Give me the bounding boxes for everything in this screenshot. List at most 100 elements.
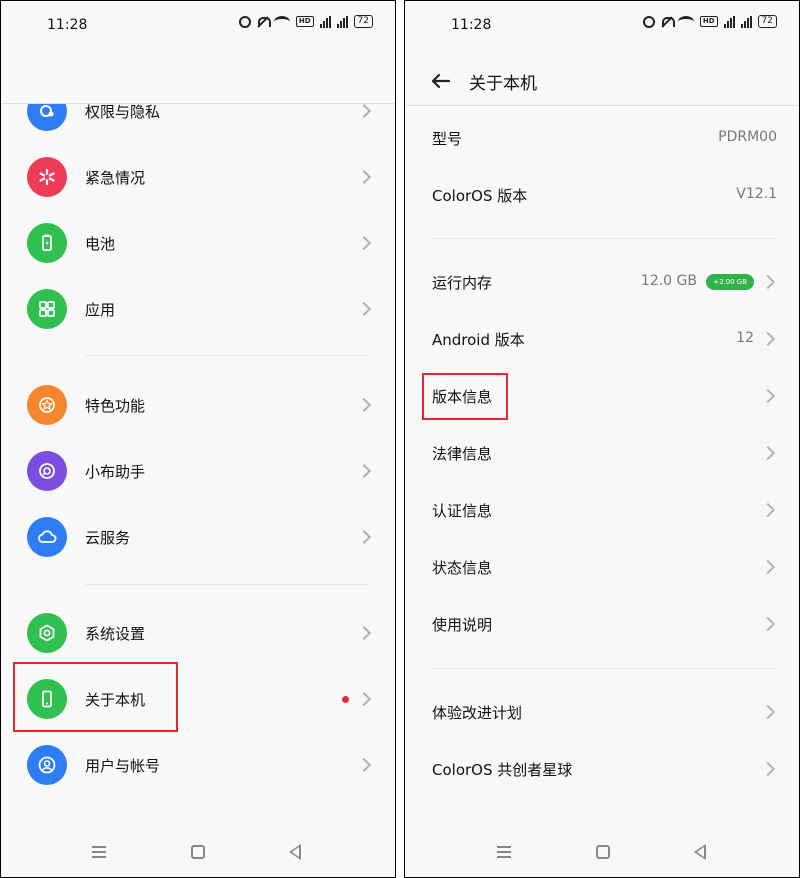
status-icons: HD 72 <box>642 15 777 28</box>
chevron-right-icon <box>356 625 372 641</box>
settings-item-label: 系统设置 <box>85 625 146 643</box>
model-label: 型号 <box>432 130 463 148</box>
section-divider <box>432 668 777 669</box>
settings-item-label: 特色功能 <box>85 397 146 415</box>
apps-icon <box>27 289 67 329</box>
highlight-box <box>13 662 178 732</box>
model-value: PDRM00 <box>718 129 777 145</box>
signal-icon <box>336 15 348 28</box>
status-info-row[interactable]: 状态信息 <box>405 542 799 592</box>
android-version-label: Android 版本 <box>432 331 525 349</box>
chevron-right-icon <box>356 169 372 185</box>
mute-icon <box>661 16 675 28</box>
chevron-right-icon <box>356 301 372 317</box>
experience-program-row[interactable]: 体验改进计划 <box>405 687 799 737</box>
highlight-box <box>422 373 508 420</box>
settings-item-label: 权限与隐私 <box>85 103 161 121</box>
settings-item-label: 电池 <box>85 235 116 253</box>
settings-item-assistant[interactable]: 小布助手 <box>1 441 395 501</box>
status-info-label: 状态信息 <box>432 559 493 577</box>
cocreator-row[interactable]: ColorOS 共创者星球 <box>405 744 799 794</box>
android-version-value: 12 <box>736 330 754 346</box>
chevron-right-icon <box>760 616 776 632</box>
chevron-right-icon <box>760 761 776 777</box>
user-icon <box>27 745 67 785</box>
about-phone-screen: 11:28 HD 72 关于本机 型号 PDRM00 ColorOS 版本 V1… <box>404 0 800 878</box>
settings-item-label: 紧急情况 <box>85 169 146 187</box>
settings-item-cloud[interactable]: 云服务 <box>1 507 395 567</box>
signal-icon <box>740 15 752 28</box>
cocreator-label: ColorOS 共创者星球 <box>432 761 573 779</box>
certification-info-row[interactable]: 认证信息 <box>405 485 799 535</box>
settings-item-battery[interactable]: 电池 <box>1 213 395 273</box>
status-time: 11:28 <box>47 17 88 33</box>
back-nav-icon[interactable] <box>289 844 301 860</box>
alarm-icon <box>642 15 655 28</box>
battery-icon <box>27 223 67 263</box>
menu-nav-icon[interactable] <box>497 846 511 858</box>
alarm-icon <box>238 15 251 28</box>
mute-icon <box>257 16 271 28</box>
chevron-right-icon <box>356 757 372 773</box>
nav-bar <box>1 827 395 877</box>
android-version-row[interactable]: Android 版本 12 <box>405 314 799 364</box>
chevron-right-icon <box>760 559 776 575</box>
settings-screen: 11:28 HD 72 设置 权限与隐私 紧急情况 <box>0 0 396 878</box>
section-divider <box>85 355 369 356</box>
menu-nav-icon[interactable] <box>92 846 106 858</box>
chevron-right-icon <box>760 502 776 518</box>
home-nav-icon[interactable] <box>596 845 610 859</box>
chevron-right-icon <box>760 331 776 347</box>
features-icon <box>27 385 67 425</box>
ram-extra-badge: +3.00 GB <box>706 274 754 290</box>
experience-program-label: 体验改进计划 <box>432 704 523 722</box>
coloros-version-value: V12.1 <box>736 186 777 202</box>
ram-value: 12.0 GB <box>640 273 697 289</box>
chevron-right-icon <box>356 463 372 479</box>
battery-status-icon: 72 <box>353 15 373 28</box>
battery-status-icon: 72 <box>757 15 777 28</box>
back-arrow-icon[interactable] <box>427 67 455 95</box>
user-manual-row[interactable]: 使用说明 <box>405 599 799 649</box>
settings-item-apps[interactable]: 应用 <box>1 279 395 339</box>
chevron-right-icon <box>760 388 776 404</box>
status-icons: HD 72 <box>238 15 373 28</box>
chevron-right-icon <box>760 704 776 720</box>
settings-item-users[interactable]: 用户与帐号 <box>1 735 395 795</box>
chevron-right-icon <box>356 103 372 119</box>
settings-item-label: 云服务 <box>85 529 131 547</box>
settings-item-system[interactable]: 系统设置 <box>1 603 395 663</box>
status-time: 11:28 <box>451 17 492 33</box>
certification-info-label: 认证信息 <box>432 502 493 520</box>
assistant-icon <box>27 451 67 491</box>
settings-item-features[interactable]: 特色功能 <box>1 375 395 435</box>
chevron-right-icon <box>760 274 776 290</box>
legal-info-row[interactable]: 法律信息 <box>405 428 799 478</box>
coloros-version-label: ColorOS 版本 <box>432 187 528 205</box>
section-divider <box>432 238 777 239</box>
chevron-right-icon <box>760 445 776 461</box>
chevron-right-icon <box>356 235 372 251</box>
coloros-version-row: ColorOS 版本 V12.1 <box>405 170 799 220</box>
wifi-icon <box>677 15 694 28</box>
status-bar: 11:28 HD 72 <box>405 1 799 51</box>
section-divider <box>85 584 369 585</box>
wifi-icon <box>273 15 290 28</box>
home-nav-icon[interactable] <box>191 845 205 859</box>
hd-icon: HD <box>699 16 718 27</box>
ram-row[interactable]: 运行内存 12.0 GB +3.00 GB <box>405 257 799 307</box>
back-nav-icon[interactable] <box>694 844 706 860</box>
cloud-icon <box>27 517 67 557</box>
chevron-right-icon <box>356 691 372 707</box>
system-settings-icon <box>27 613 67 653</box>
ram-label: 运行内存 <box>432 274 493 292</box>
model-row: 型号 PDRM00 <box>405 113 799 163</box>
settings-item-emergency[interactable]: 紧急情况 <box>1 147 395 207</box>
page-title: 关于本机 <box>469 74 537 94</box>
legal-info-label: 法律信息 <box>432 445 493 463</box>
chevron-right-icon <box>356 397 372 413</box>
signal-icon <box>723 15 735 28</box>
status-bar: 11:28 HD 72 <box>1 1 395 51</box>
settings-item-label: 用户与帐号 <box>85 757 161 775</box>
nav-bar <box>405 827 799 877</box>
